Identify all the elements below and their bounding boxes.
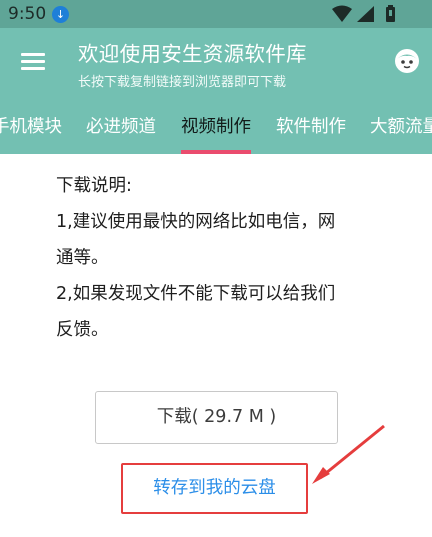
note-line: 2,如果发现文件不能下载可以给我们	[56, 284, 336, 304]
note-line: 通等。	[56, 248, 109, 268]
download-icon: ↓	[52, 6, 69, 23]
annotation-arrow	[312, 424, 385, 484]
page-subtitle: 长按下载复制链接到浏览器即可下载	[78, 75, 287, 90]
app-header: 欢迎使用安生资源软件库 长按下载复制链接到浏览器即可下载	[0, 28, 432, 96]
download-button[interactable]: 下载( 29.7 M )	[95, 391, 338, 444]
note-line: 1,建议使用最快的网络比如电信，网	[56, 212, 336, 232]
tab-dae[interactable]: 大额流量	[370, 113, 432, 154]
tab-shipin[interactable]: 视频制作	[181, 113, 251, 154]
tab-shouji[interactable]: 手机模块	[0, 113, 62, 154]
status-time: 9:50	[8, 4, 47, 24]
note-line: 反馈。	[56, 320, 109, 340]
wifi-icon	[332, 5, 352, 22]
tab-indicator	[181, 150, 251, 154]
note-line: 下载说明:	[56, 176, 132, 196]
save-to-cloud-button[interactable]: 转存到我的云盘	[121, 463, 308, 514]
signal-icon	[357, 6, 374, 22]
tab-ruanjian[interactable]: 软件制作	[276, 113, 346, 154]
tab-bar: 手机模块 必进频道 视频制作 软件制作 大额流量	[0, 96, 432, 154]
page-title: 欢迎使用安生资源软件库	[78, 42, 307, 66]
battery-icon	[386, 5, 395, 22]
tab-bijin[interactable]: 必进频道	[86, 113, 156, 154]
download-notes: 下载说明: 1,建议使用最快的网络比如电信，网 通等。 2,如果发现文件不能下载…	[56, 170, 376, 346]
status-bar: 9:50 ↓	[0, 0, 432, 28]
status-icons	[332, 5, 395, 22]
menu-icon[interactable]	[21, 53, 45, 71]
face-icon[interactable]	[394, 48, 420, 74]
